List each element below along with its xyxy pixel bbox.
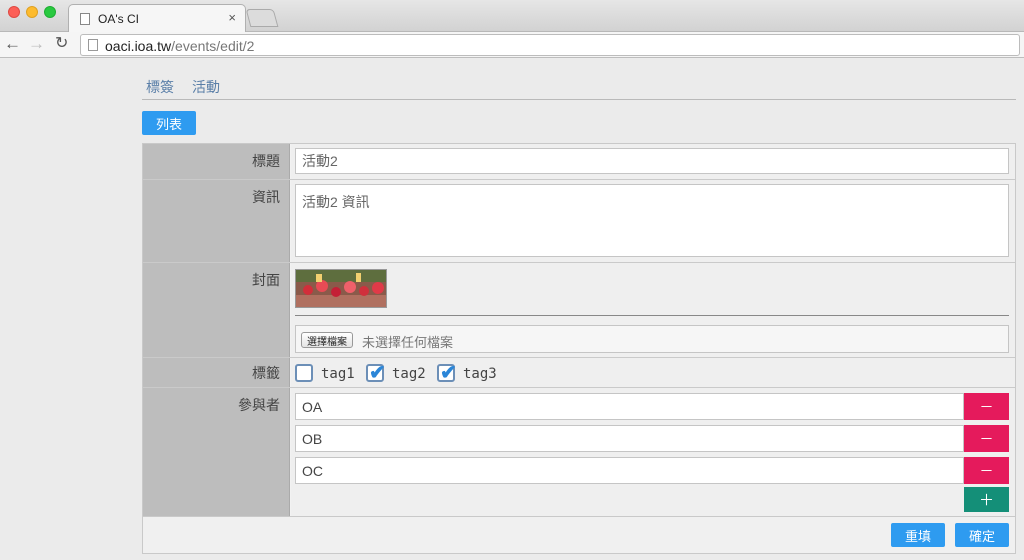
tab-close-icon[interactable]: × <box>228 10 236 25</box>
event-edit-form: 標題 資訊 活動2 資訊 封面 <box>142 143 1016 554</box>
form-footer: 重填 確定 <box>143 517 1015 553</box>
checkmark-icon: ✔ <box>369 362 386 384</box>
reset-button[interactable]: 重填 <box>891 523 945 547</box>
cover-row: 封面 選擇檔案 未選擇任何檔案 <box>143 263 1015 358</box>
zoom-window-button[interactable] <box>44 6 56 18</box>
tab-title: OA's CI <box>98 12 139 26</box>
cover-label: 封面 <box>143 263 290 357</box>
top-navigation: 標簽 活動 <box>142 69 1016 100</box>
participant-input[interactable] <box>295 425 964 452</box>
remove-participant-button[interactable]: － <box>964 457 1009 484</box>
unchecked-checkbox-icon[interactable] <box>295 364 313 382</box>
checked-checkbox-icon[interactable]: ✔ <box>366 362 386 384</box>
info-textarea[interactable]: 活動2 資訊 <box>295 184 1009 257</box>
participants-label: 參與者 <box>143 388 290 516</box>
choose-file-button[interactable]: 選擇檔案 <box>301 332 353 348</box>
cover-divider <box>295 315 1009 316</box>
file-status-text: 未選擇任何檔案 <box>362 335 454 350</box>
page-icon <box>88 39 98 51</box>
minimize-window-button[interactable] <box>26 6 38 18</box>
close-window-button[interactable] <box>8 6 20 18</box>
checkmark-icon: ✔ <box>440 362 457 384</box>
tag-label: tag3 <box>463 366 497 382</box>
participant-input[interactable] <box>295 457 964 484</box>
participant-item: － <box>295 457 1009 484</box>
cover-image <box>295 269 387 308</box>
info-label: 資訊 <box>143 180 290 262</box>
title-label: 標題 <box>143 144 290 179</box>
remove-participant-button[interactable]: － <box>964 425 1009 452</box>
nav-link-tags[interactable]: 標簽 <box>146 77 174 97</box>
url-text: oaci.ioa.tw/events/edit/2 <box>105 38 255 54</box>
browser-tab[interactable]: OA's CI × <box>68 4 246 33</box>
list-button[interactable]: 列表 <box>142 111 196 135</box>
add-participant-button[interactable]: ＋ <box>964 487 1009 512</box>
forward-arrow-icon[interactable]: → <box>28 34 45 54</box>
tags-label: 標籤 <box>143 358 290 387</box>
checked-checkbox-icon[interactable]: ✔ <box>437 362 457 384</box>
address-bar[interactable]: oaci.ioa.tw/events/edit/2 <box>80 34 1020 56</box>
nav-link-events[interactable]: 活動 <box>192 77 220 97</box>
submit-button[interactable]: 確定 <box>955 523 1009 547</box>
cover-file-input[interactable]: 選擇檔案 未選擇任何檔案 <box>295 325 1009 353</box>
tag-label: tag1 <box>321 366 355 382</box>
browser-titlebar: OA's CI × <box>0 0 1024 33</box>
participant-item: － <box>295 425 1009 452</box>
page-icon <box>80 13 90 25</box>
participant-input[interactable] <box>295 393 964 420</box>
participants-row: 參與者 ＋ － － － <box>143 388 1015 517</box>
reload-icon[interactable]: ↻ <box>55 34 68 54</box>
new-tab-button[interactable] <box>245 9 279 27</box>
title-row: 標題 <box>143 144 1015 180</box>
tags-row: 標籤 tag1 ✔ tag2 ✔ tag3 <box>143 358 1015 388</box>
page-content: 標簽 活動 列表 標題 資訊 活動2 資訊 封面 <box>0 59 1024 560</box>
participant-item: － <box>295 393 1009 420</box>
info-row: 資訊 活動2 資訊 <box>143 180 1015 263</box>
back-arrow-icon[interactable]: ← <box>4 34 21 54</box>
remove-participant-button[interactable]: － <box>964 393 1009 420</box>
browser-toolbar: ← → ↻ oaci.ioa.tw/events/edit/2 <box>0 32 1024 58</box>
tag-label: tag2 <box>392 366 426 382</box>
title-input[interactable] <box>295 148 1009 174</box>
